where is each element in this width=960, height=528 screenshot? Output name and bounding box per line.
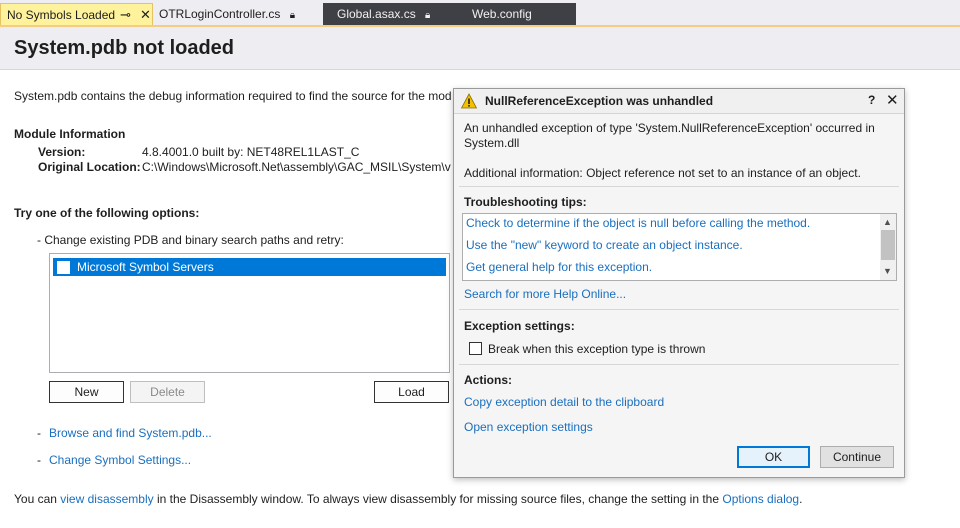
close-icon[interactable]: ✕ — [886, 91, 899, 109]
footer-pre: You can — [14, 492, 61, 506]
close-icon[interactable]: ✕ — [140, 4, 151, 26]
page-header: System.pdb not loaded — [0, 27, 960, 70]
open-exception-settings-link[interactable]: Open exception settings — [464, 420, 593, 434]
symbol-server-list[interactable]: Microsoft Symbol Servers — [49, 253, 450, 373]
module-info-heading: Module Information — [14, 127, 126, 141]
lock-icon: 🔒︎ — [289, 10, 296, 21]
pin-icon[interactable]: ⊸ — [120, 4, 131, 26]
continue-button[interactable]: Continue — [820, 446, 894, 468]
exception-message-line1: An unhandled exception of type 'System.N… — [464, 121, 875, 135]
tab-label: Global.asax.cs — [337, 7, 416, 21]
exception-message-line2: System.dll — [464, 136, 520, 150]
list-item[interactable]: Microsoft Symbol Servers — [53, 258, 446, 276]
options-dialog-link[interactable]: Options dialog — [722, 492, 799, 506]
divider — [459, 364, 899, 365]
divider — [459, 309, 899, 310]
version-value: 4.8.4001.0 built by: NET48REL1LAST_C — [142, 145, 360, 159]
copy-exception-detail-link[interactable]: Copy exception detail to the clipboard — [464, 395, 664, 409]
additional-information: Additional information: Object reference… — [464, 166, 861, 180]
tip-link[interactable]: Get general help for this exception. — [466, 260, 652, 274]
break-when-thrown-label: Break when this exception type is thrown — [488, 342, 706, 356]
page-title: System.pdb not loaded — [14, 37, 235, 59]
location-value: C:\Windows\Microsoft.Net\assembly\GAC_MS… — [142, 160, 451, 174]
new-button[interactable]: New — [49, 381, 124, 403]
version-label: Version: — [38, 145, 86, 159]
divider — [459, 186, 899, 187]
ok-button[interactable]: OK — [737, 446, 810, 468]
actions-heading: Actions: — [464, 373, 512, 387]
bullet-dash: - — [37, 453, 41, 467]
tips-scrollbar[interactable]: ▲ ▼ — [880, 214, 896, 280]
search-help-online-link[interactable]: Search for more Help Online... — [464, 287, 626, 301]
bullet-dash: - — [37, 426, 41, 440]
footer-mid: in the Disassembly window. To always vie… — [153, 492, 723, 506]
intro-text: System.pdb contains the debug informatio… — [14, 89, 452, 103]
symbol-server-checkbox[interactable] — [57, 261, 70, 274]
dialog-title-bar: NullReferenceException was unhandled ? ✕ — [454, 89, 904, 114]
warning-icon — [461, 93, 477, 109]
option-change-paths: - Change existing PDB and binary search … — [37, 233, 344, 247]
troubleshooting-tips-list[interactable]: Check to determine if the object is null… — [462, 213, 897, 281]
footer-text: You can view disassembly in the Disassem… — [14, 492, 802, 506]
symbol-server-label: Microsoft Symbol Servers — [77, 260, 214, 274]
view-disassembly-link[interactable]: view disassembly — [60, 492, 153, 506]
tab-web-config[interactable]: Web.config — [443, 3, 576, 25]
delete-button[interactable]: Delete — [130, 381, 205, 403]
scroll-up-icon[interactable]: ▲ — [883, 217, 892, 227]
tip-link[interactable]: Use the "new" keyword to create an objec… — [466, 238, 743, 252]
help-icon[interactable]: ? — [868, 93, 875, 107]
scroll-down-icon[interactable]: ▼ — [883, 266, 892, 276]
location-label: Original Location: — [38, 160, 141, 174]
tab-label: No Symbols Loaded — [7, 8, 116, 22]
footer-post: . — [799, 492, 803, 506]
dialog-title: NullReferenceException was unhandled — [485, 94, 714, 108]
tab-global-asax[interactable]: Global.asax.cs 🔒︎ — [323, 3, 443, 25]
tab-label: Web.config — [472, 7, 532, 21]
troubleshooting-heading: Troubleshooting tips: — [464, 195, 587, 209]
scroll-thumb[interactable] — [881, 230, 895, 260]
browse-pdb-link[interactable]: Browse and find System.pdb... — [49, 426, 212, 440]
document-tab-strip: No Symbols Loaded ⊸ ✕ OTRLoginController… — [0, 0, 960, 27]
tab-no-symbols-loaded[interactable]: No Symbols Loaded ⊸ ✕ — [0, 3, 153, 25]
exception-dialog: NullReferenceException was unhandled ? ✕… — [453, 88, 905, 478]
exception-settings-heading: Exception settings: — [464, 319, 575, 333]
change-symbol-settings-link[interactable]: Change Symbol Settings... — [49, 453, 191, 467]
lock-icon: 🔒︎ — [425, 10, 431, 21]
load-button[interactable]: Load — [374, 381, 449, 403]
tab-otrlogincontroller[interactable]: OTRLoginController.cs 🔒︎ — [153, 3, 323, 25]
tip-link[interactable]: Check to determine if the object is null… — [466, 216, 810, 230]
break-when-thrown-checkbox[interactable] — [469, 342, 482, 355]
options-heading: Try one of the following options: — [14, 206, 200, 220]
tab-label: OTRLoginController.cs — [159, 7, 281, 21]
